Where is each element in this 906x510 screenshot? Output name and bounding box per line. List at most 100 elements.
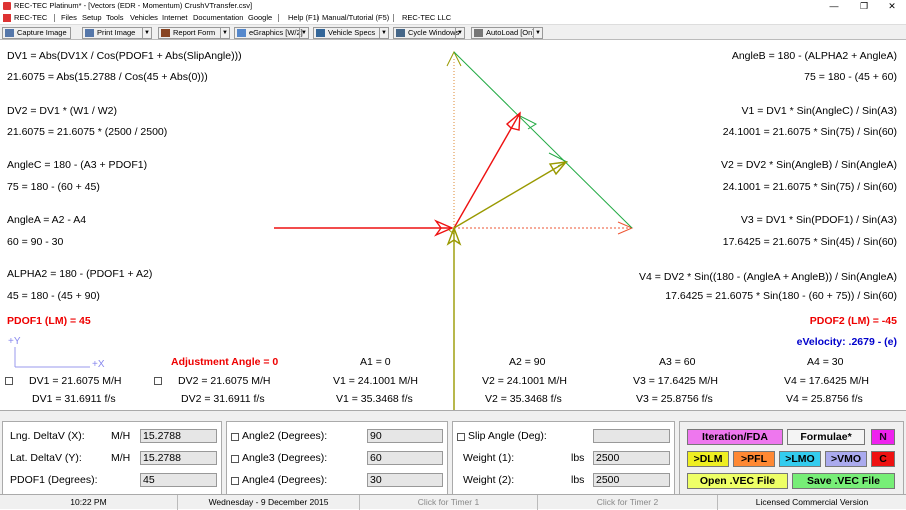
axis-x-label: +X [92,359,105,370]
report-form-button[interactable]: Report Form ▼ [158,27,230,39]
timer1-button[interactable]: Click for Timer 1 [360,495,538,510]
result-v2-mh: V2 = 24.1001 M/H [482,375,567,387]
slip-weight-group: Slip Angle (Deg): Weight (1): lbs Weight… [452,421,675,495]
dv2-checkbox[interactable] [154,377,162,385]
chevron-down-icon[interactable]: ▼ [533,28,542,38]
egraphics-button[interactable]: eGraphics [W/2] ▼ [234,27,309,39]
input-panel: Lng. DeltaV (X): M/H Lat. DeltaV (Y): M/… [0,410,906,495]
formula-v1-values: 24.1001 = 21.6075 * Sin(75) / Sin(60) [722,126,897,138]
chevron-down-icon[interactable]: ▼ [142,28,151,38]
formula-v4-values: 17.6425 = 21.6075 * Sin(180 - (60 + 75))… [665,290,897,302]
status-time: 10:22 PM [0,495,178,510]
olive-diagonal-vector [453,161,567,229]
dashed-x-arrowhead [617,221,634,235]
adjustment-angle-label: Adjustment Angle = 0 [171,356,279,368]
result-v1-mh: V1 = 24.1001 M/H [333,375,418,387]
menu-tools[interactable]: Tools [106,12,124,24]
menu-manual[interactable]: Manual/Tutorial (F5) [322,12,389,24]
lat-deltav-input[interactable] [140,451,217,465]
formula-alpha2-values: 45 = 180 - (45 + 90) [7,290,100,302]
action-buttons-group: Iteration/FDA Formulae* N >DLM >PFL >LMO… [679,421,904,495]
angle3-checkbox[interactable] [231,455,239,463]
menu-google[interactable]: Google [248,12,272,24]
iteration-fda-button[interactable]: Iteration/FDA [687,429,783,445]
angle2-input[interactable] [367,429,443,443]
menu-bar: REC-TEC Files Setup Tools Vehicles Inter… [0,12,906,24]
n-button[interactable]: N [871,429,895,445]
formula-anglea-values: 60 = 90 - 30 [7,236,64,248]
close-button[interactable]: ✕ [878,0,906,12]
title-bar: REC-TEC Platinum* - [Vectors (EDR - Mome… [0,0,906,12]
slip-angle-checkbox[interactable] [457,433,465,441]
menu-vehicles[interactable]: Vehicles [130,12,158,24]
minimize-button[interactable]: — [820,0,848,12]
angle4-checkbox[interactable] [231,477,239,485]
camera-icon [5,29,14,37]
save-vec-button[interactable]: Save .VEC File [792,473,895,489]
lmo-button[interactable]: >LMO [779,451,821,467]
capture-image-button[interactable]: Capture Image [2,27,71,39]
formula-dv1-values: 21.6075 = Abs(15.2788 / Cos(45 + Abs(0))… [7,71,208,83]
menu-files[interactable]: Files [61,12,77,24]
toolbar: Capture Image Print Image ▼ Report Form ▼ … [0,24,906,40]
result-v4-fs: V4 = 25.8756 f/s [786,393,863,405]
rectec-menu-icon [3,14,11,22]
chevron-down-icon[interactable]: ▼ [299,28,308,38]
chevron-down-icon[interactable]: ▼ [379,28,388,38]
chevron-down-icon[interactable]: ▼ [455,28,464,38]
open-vec-button[interactable]: Open .VEC File [687,473,788,489]
formula-anglec-values: 75 = 180 - (60 + 45) [7,181,100,193]
lat-unit-label: M/H [111,452,131,464]
formula-v4: V4 = DV2 * Sin((180 - (AngleA + AngleB))… [639,271,897,283]
menu-help[interactable]: Help (F1) [288,12,319,24]
restore-button[interactable]: ❐ [850,0,878,12]
dlm-button[interactable]: >DLM [687,451,729,467]
formula-v1: V1 = DV1 * Sin(AngleC) / Sin(A3) [741,105,897,117]
cycle-windows-button[interactable]: Cycle Windows ▼ [393,27,465,39]
autoload-button[interactable]: AutoLoad [On] ▼ [471,27,543,39]
chevron-down-icon[interactable]: ▼ [220,28,229,38]
weight1-unit: lbs [571,452,585,464]
timer2-button[interactable]: Click for Timer 2 [538,495,718,510]
axis-y-label: +Y [8,336,21,347]
print-image-button[interactable]: Print Image ▼ [82,27,152,39]
formulae-button[interactable]: Formulae* [787,429,865,445]
result-v3-fs: V3 = 25.8756 f/s [636,393,713,405]
status-bar: 10:22 PM Wednesday - 9 December 2015 Cli… [0,494,906,510]
formula-dv2: DV2 = DV1 * (W1 / W2) [7,105,117,117]
lat-deltav-label: Lat. DeltaV (Y): [10,452,82,464]
weight1-input[interactable] [593,451,670,465]
menu-rectec[interactable]: REC-TEC [14,12,47,24]
menu-internet[interactable]: Internet [162,12,187,24]
lng-deltav-input[interactable] [140,429,217,443]
deltav-group: Lng. DeltaV (X): M/H Lat. DeltaV (Y): M/… [2,421,222,495]
formula-v2-values: 24.1001 = 21.6075 * Sin(75) / Sin(60) [722,181,897,193]
angle-a4: A4 = 30 [807,356,844,368]
result-dv2-mh: DV2 = 21.6075 M/H [178,375,271,387]
formula-v3: V3 = DV1 * Sin(PDOF1) / Sin(A3) [740,214,897,226]
slip-angle-label: Slip Angle (Deg): [468,430,547,442]
slip-angle-input[interactable] [593,429,670,443]
angles-group: Angle2 (Degrees): Angle3 (Degrees): Angl… [226,421,448,495]
dv1-checkbox[interactable] [5,377,13,385]
angle2-checkbox[interactable] [231,433,239,441]
weight2-input[interactable] [593,473,670,487]
weight2-label: Weight (2): [463,474,515,486]
angle3-input[interactable] [367,451,443,465]
graphics-icon [237,29,246,37]
report-icon [161,29,170,37]
menu-rectec-llc[interactable]: REC-TEC LLC [402,12,451,24]
pfl-button[interactable]: >PFL [733,451,775,467]
pdof1-degrees-input[interactable] [140,473,217,487]
gear-icon [474,29,483,37]
vector-canvas: DV1 = Abs(DV1X / Cos(PDOF1 + Abs(SlipAng… [0,40,906,410]
c-button[interactable]: C [871,451,895,467]
formula-dv1: DV1 = Abs(DV1X / Cos(PDOF1 + Abs(SlipAng… [7,50,242,62]
menu-setup[interactable]: Setup [82,12,102,24]
lng-unit-label: M/H [111,430,131,442]
vmo-button[interactable]: >VMO [825,451,867,467]
angle4-input[interactable] [367,473,443,487]
angle-a3: A3 = 60 [659,356,696,368]
menu-documentation[interactable]: Documentation [193,12,243,24]
vehicle-specs-button[interactable]: Vehicle Specs ▼ [313,27,389,39]
